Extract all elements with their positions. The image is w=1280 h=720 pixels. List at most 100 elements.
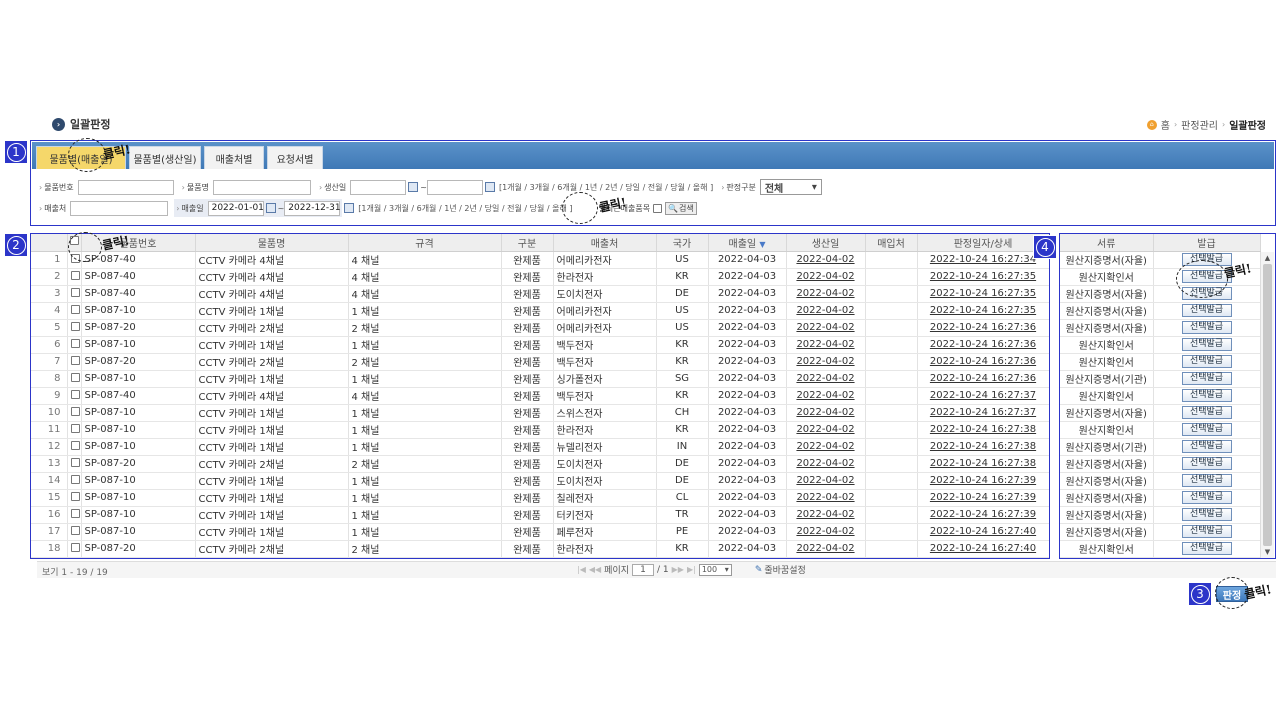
judge-date-cell[interactable]: 2022-10-24 16:27:36 [917, 319, 1049, 337]
judge-date-cell[interactable]: 2022-10-24 16:27:39 [917, 489, 1049, 507]
table-row[interactable]: 14 SP-087-10 CCTV 카메라 1채널 1 채널 완제품 도이치전자 DE 202… [31, 472, 1049, 490]
row-checkbox-cell[interactable] [67, 540, 82, 558]
row-checkbox[interactable] [70, 457, 80, 467]
page-size-select[interactable]: 100 ▾ [698, 563, 732, 576]
col-header-doc[interactable]: 서류 [1060, 234, 1154, 252]
prod-date-cell[interactable]: 2022-04-02 [786, 251, 866, 269]
prod-date-cell[interactable]: 2022-04-02 [786, 438, 866, 456]
judge-date-cell[interactable]: 2022-10-24 16:27:38 [917, 421, 1049, 439]
table-row[interactable]: 2 SP-087-40 CCTV 카메라 4채널 4 채널 완제품 한라전자 KR 2022-… [31, 268, 1049, 286]
table-row[interactable]: 1 SP-087-40 CCTV 카메라 4채널 4 채널 완제품 어메리카전자 US 202… [31, 251, 1049, 269]
judge-date-cell[interactable]: 2022-10-24 16:27:36 [917, 336, 1049, 354]
tab-item-by-prod-date[interactable]: 물품별(생산일) [129, 146, 201, 169]
sales-date-from-input[interactable]: 2022-01-01 [207, 200, 264, 216]
prod-date-cell[interactable]: 2022-04-02 [786, 421, 866, 439]
table-row[interactable]: 7 SP-087-20 CCTV 카메라 2채널 2 채널 완제품 백두전자 KR 2022-… [31, 353, 1049, 371]
table-row[interactable]: 5 SP-087-20 CCTV 카메라 2채널 2 채널 완제품 어메리카전자 US 202… [31, 319, 1049, 337]
sort-desc-icon[interactable]: ▼ [759, 240, 765, 249]
row-checkbox-cell[interactable] [67, 438, 82, 456]
judge-date-cell[interactable]: 2022-10-24 16:27:35 [917, 268, 1049, 286]
row-checkbox-cell[interactable] [67, 506, 82, 524]
row-checkbox-cell[interactable] [67, 387, 82, 405]
calendar-icon[interactable] [265, 203, 276, 213]
prod-date-cell[interactable]: 2022-04-02 [786, 540, 866, 558]
judge-date-cell[interactable]: 2022-10-24 16:27:39 [917, 506, 1049, 524]
last-page-icon[interactable]: ▶| [687, 565, 696, 574]
select-issue-button[interactable]: 선택발급 [1181, 304, 1232, 317]
home-icon[interactable]: ⌂ [1146, 119, 1157, 130]
recent-items-checkbox[interactable] [653, 203, 663, 213]
prod-date-cell[interactable]: 2022-04-02 [786, 370, 866, 388]
prod-date-cell[interactable]: 2022-04-02 [786, 302, 866, 320]
row-checkbox[interactable] [70, 389, 80, 399]
breadcrumb-parent[interactable]: 판정관리 [1181, 117, 1218, 132]
judge-date-cell[interactable]: 2022-10-24 16:27:36 [917, 353, 1049, 371]
table-row[interactable]: 10 SP-087-10 CCTV 카메라 1채널 1 채널 완제품 스위스전자 CH 202… [31, 404, 1049, 422]
table-row[interactable]: 12 SP-087-10 CCTV 카메라 1채널 1 채널 완제품 뉴델리전자 IN 202… [31, 438, 1049, 456]
row-checkbox-cell[interactable] [67, 336, 82, 354]
table-row[interactable]: 16 SP-087-10 CCTV 카메라 1채널 1 채널 완제품 터키전자 TR 2022… [31, 506, 1049, 524]
prod-date-cell[interactable]: 2022-04-02 [786, 506, 866, 524]
col-header-issue[interactable]: 발급 [1153, 234, 1261, 252]
prod-date-cell[interactable]: 2022-04-02 [786, 285, 866, 303]
col-header-country[interactable]: 국가 [656, 234, 709, 252]
col-header-customer[interactable]: 매출처 [553, 234, 657, 252]
judge-type-select[interactable]: 전체 ▾ [759, 179, 822, 195]
row-checkbox-cell[interactable] [67, 489, 82, 507]
first-page-icon[interactable]: |◀ [577, 565, 586, 574]
judge-date-cell[interactable]: 2022-10-24 16:27:38 [917, 455, 1049, 473]
select-issue-button[interactable]: 선택발급 [1181, 338, 1232, 351]
sales-date-to-input[interactable]: 2022-12-31 [284, 200, 341, 216]
prod-date-cell[interactable]: 2022-04-02 [786, 268, 866, 286]
select-issue-button[interactable]: 선택발급 [1181, 372, 1232, 385]
judge-date-cell[interactable]: 2022-10-24 16:27:35 [917, 302, 1049, 320]
row-checkbox[interactable] [70, 542, 80, 552]
judge-date-cell[interactable]: 2022-10-24 16:27:40 [917, 540, 1049, 558]
breadcrumb-home[interactable]: 홈 [1161, 117, 1170, 132]
select-issue-button[interactable]: 선택발급 [1181, 355, 1232, 368]
prev-page-icon[interactable]: ◀◀ [589, 565, 601, 574]
tab-request[interactable]: 요청서별 [267, 146, 323, 169]
table-row[interactable]: 6 SP-087-10 CCTV 카메라 1채널 1 채널 완제품 백두전자 KR 2022-… [31, 336, 1049, 354]
select-issue-button[interactable]: 선택발급 [1181, 440, 1232, 453]
table-row[interactable]: 18 SP-087-20 CCTV 카메라 2채널 2 채널 완제품 한라전자 KR 2022… [31, 540, 1049, 558]
select-issue-button[interactable]: 선택발급 [1181, 474, 1232, 487]
col-header-judge-date[interactable]: 판정일자/상세 [917, 234, 1049, 252]
judge-date-cell[interactable]: 2022-10-24 16:27:40 [917, 523, 1049, 541]
table-row[interactable]: 15 SP-087-10 CCTV 카메라 1채널 1 채널 완제품 칠레전자 CL 2022… [31, 489, 1049, 507]
column-setting-link[interactable]: ✎ 줄바꿈설정 [755, 563, 806, 577]
select-issue-button[interactable]: 선택발급 [1181, 491, 1232, 504]
table-row[interactable]: 17 SP-087-10 CCTV 카메라 1채널 1 채널 완제품 페루전자 PE 2022… [31, 523, 1049, 541]
select-issue-button[interactable]: 선택발급 [1181, 525, 1232, 538]
row-checkbox-cell[interactable] [67, 455, 82, 473]
col-header-spec[interactable]: 규격 [348, 234, 502, 252]
table-row[interactable]: 9 SP-087-40 CCTV 카메라 4채널 4 채널 완제품 백두전자 KR 2022-… [31, 387, 1049, 405]
row-checkbox-cell[interactable] [67, 370, 82, 388]
row-checkbox[interactable] [70, 338, 80, 348]
prod-date-cell[interactable]: 2022-04-02 [786, 455, 866, 473]
col-header-prod-date[interactable]: 생산일 [786, 234, 866, 252]
calendar-icon[interactable] [408, 182, 419, 192]
vertical-scrollbar[interactable]: ▲ ▼ [1260, 252, 1274, 558]
col-header-supplier[interactable]: 매입처 [865, 234, 918, 252]
judge-date-cell[interactable]: 2022-10-24 16:27:37 [917, 404, 1049, 422]
select-issue-button[interactable]: 선택발급 [1181, 508, 1232, 521]
row-checkbox[interactable] [70, 440, 80, 450]
row-checkbox[interactable] [70, 525, 80, 535]
row-checkbox-cell[interactable] [67, 421, 82, 439]
prod-date-to-input[interactable] [426, 179, 483, 195]
select-issue-button[interactable]: 선택발급 [1181, 457, 1232, 470]
prod-date-cell[interactable]: 2022-04-02 [786, 472, 866, 490]
select-issue-button[interactable]: 선택발급 [1181, 321, 1232, 334]
customer-input[interactable] [70, 200, 169, 216]
table-row[interactable]: 3 SP-087-40 CCTV 카메라 4채널 4 채널 완제품 도이치전자 DE 2022… [31, 285, 1049, 303]
search-button[interactable]: 🔍 검색 [665, 201, 697, 215]
row-checkbox-cell[interactable] [67, 319, 82, 337]
row-checkbox[interactable] [70, 304, 80, 314]
next-page-icon[interactable]: ▶▶ [672, 565, 684, 574]
prod-date-cell[interactable]: 2022-04-02 [786, 489, 866, 507]
row-checkbox-cell[interactable] [67, 472, 82, 490]
sales-period-links[interactable]: [1개월 / 3개월 / 6개월 / 1년 / 2년 / 당일 / 전월 / 당… [358, 203, 572, 214]
prod-date-cell[interactable]: 2022-04-02 [786, 387, 866, 405]
table-row[interactable]: 8 SP-087-10 CCTV 카메라 1채널 1 채널 완제품 싱가폴전자 SG 2022… [31, 370, 1049, 388]
